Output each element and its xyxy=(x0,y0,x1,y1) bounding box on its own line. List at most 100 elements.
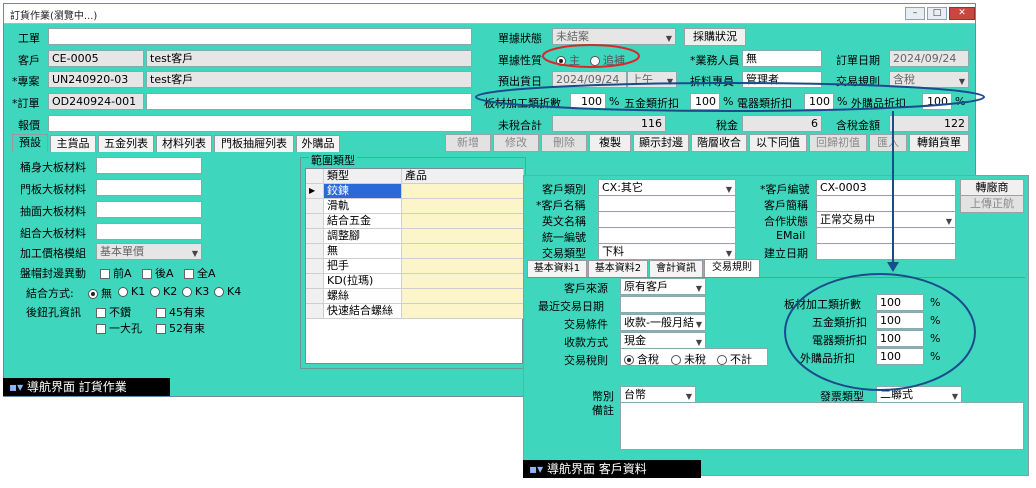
range-product-cell[interactable] xyxy=(402,184,524,199)
tab-outsource[interactable]: 外購品 xyxy=(296,135,340,152)
order-code-input[interactable]: OD240924-001 xyxy=(48,93,144,110)
sales-input[interactable]: 無 xyxy=(742,50,822,67)
tab-basic-1[interactable]: 基本資料1 xyxy=(527,260,587,277)
range-product-cell[interactable] xyxy=(402,304,524,319)
cabinet-board-input[interactable] xyxy=(96,157,202,174)
cust-code-input[interactable]: CX-0003 xyxy=(816,179,956,196)
price-module-select[interactable]: 基本單價 ▼ xyxy=(96,243,202,260)
row-indicator[interactable] xyxy=(306,304,324,319)
tab-basic-2[interactable]: 基本資料2 xyxy=(588,260,648,277)
tab-door-drawer-list[interactable]: 門板抽屜列表 xyxy=(214,135,294,152)
range-type-grid[interactable]: 類型 產品 ▶ 鉸鍊 滑軌 結合五金 調整腳無把手 KD(拉瑪) 螺絲 快速結合螺絲 xyxy=(305,168,524,364)
row-indicator[interactable] xyxy=(306,259,324,274)
cust-name-input[interactable] xyxy=(598,195,736,212)
outsource-disc-input[interactable]: 100 xyxy=(922,93,952,110)
range-product-cell[interactable] xyxy=(402,244,524,259)
combo-k2-radio[interactable]: K2 xyxy=(150,285,177,298)
last-trade-input[interactable] xyxy=(620,296,706,313)
add-button[interactable]: 新增 xyxy=(445,134,491,152)
row-indicator[interactable] xyxy=(306,289,324,304)
tab-accounting[interactable]: 會計資訊 xyxy=(649,260,703,277)
edge-back-checkbox[interactable]: 後A xyxy=(142,265,174,281)
pay-method-select[interactable]: 現金 ▼ xyxy=(620,332,706,349)
import-button[interactable]: 匯入 xyxy=(869,134,907,152)
row-indicator[interactable] xyxy=(306,274,324,289)
currency-select[interactable]: 台幣 ▼ xyxy=(620,386,696,403)
popup-board-disc-input[interactable]: 100 xyxy=(876,294,924,311)
range-type-cell[interactable]: 鉸鍊 xyxy=(324,184,402,199)
tab-hardware-list[interactable]: 五金列表 xyxy=(98,135,154,152)
range-type-cell[interactable]: 滑軌 xyxy=(324,199,402,214)
popup-hw-disc-input[interactable]: 100 xyxy=(876,312,924,329)
range-product-cell[interactable] xyxy=(402,274,524,289)
row-indicator[interactable]: ▶ xyxy=(306,184,324,199)
hole-big-checkbox[interactable]: 一大孔 xyxy=(96,320,142,336)
delete-button[interactable]: 刪除 xyxy=(541,134,587,152)
copy-button[interactable]: 複製 xyxy=(589,134,631,152)
row-indicator[interactable] xyxy=(306,229,324,244)
same-value-button[interactable]: 以下同值 xyxy=(749,134,807,152)
nature-supp-radio[interactable]: 追補 xyxy=(590,52,625,68)
doc-status-select[interactable]: 未結案 ▼ xyxy=(552,28,676,45)
tax-id-input[interactable] xyxy=(598,227,736,244)
terms-select[interactable]: 收款-一般月結 ▼ xyxy=(620,314,706,331)
edge-all-checkbox[interactable]: 全A xyxy=(184,265,216,281)
row-indicator[interactable] xyxy=(306,244,324,259)
edit-button[interactable]: 修改 xyxy=(493,134,539,152)
row-indicator[interactable] xyxy=(306,214,324,229)
minimize-button[interactable]: – xyxy=(905,7,925,20)
show-edge-button[interactable]: 顯示封邊 xyxy=(633,134,689,152)
order-date-input[interactable]: 2024/09/24 xyxy=(889,50,969,67)
maximize-button[interactable]: □ xyxy=(927,7,947,20)
trade-type-select[interactable]: 下料 ▼ xyxy=(598,243,736,260)
hole-nodrill-checkbox[interactable]: 不鑽 xyxy=(96,304,131,320)
out-ampm-select[interactable]: 上午 ▼ xyxy=(627,71,677,88)
collapse-button[interactable]: 階層收合 xyxy=(691,134,747,152)
material-staff-input[interactable]: 管理者 xyxy=(742,71,822,88)
edge-front-checkbox[interactable]: 前A xyxy=(100,265,132,281)
tab-main-goods[interactable]: 主貨品 xyxy=(50,135,96,152)
range-product-cell[interactable] xyxy=(402,229,524,244)
range-product-cell[interactable] xyxy=(402,259,524,274)
board-disc-input[interactable]: 100 xyxy=(570,93,606,110)
nature-main-radio[interactable]: 主 xyxy=(556,52,580,68)
row-indicator[interactable] xyxy=(306,199,324,214)
created-date-input[interactable] xyxy=(816,243,956,260)
order-extra-input[interactable] xyxy=(146,93,472,110)
popup-elec-disc-input[interactable]: 100 xyxy=(876,330,924,347)
door-board-input[interactable] xyxy=(96,179,202,196)
project-name-input[interactable]: test客戶 xyxy=(146,71,472,88)
tax-rule-incl-radio[interactable]: 含稅 xyxy=(624,351,659,367)
purchase-status-button[interactable]: 採購狀況 xyxy=(684,28,746,46)
email-input[interactable] xyxy=(816,227,956,244)
quote-input[interactable] xyxy=(48,115,472,132)
close-button[interactable]: ✕ xyxy=(949,7,975,20)
range-type-cell[interactable]: 調整腳 xyxy=(324,229,402,244)
combo-k4-radio[interactable]: K4 xyxy=(214,285,241,298)
work-input[interactable] xyxy=(48,28,472,45)
hole-52-checkbox[interactable]: 52有束 xyxy=(156,320,205,336)
range-type-cell[interactable]: 把手 xyxy=(324,259,402,274)
range-product-cell[interactable] xyxy=(402,289,524,304)
invoice-type-select[interactable]: 二聯式 ▼ xyxy=(876,386,962,403)
combo-k3-radio[interactable]: K3 xyxy=(182,285,209,298)
range-type-cell[interactable]: KD(拉瑪) xyxy=(324,274,402,289)
range-product-cell[interactable] xyxy=(402,199,524,214)
customer-code-input[interactable]: CE-0005 xyxy=(48,50,144,67)
tax-rule-none-radio[interactable]: 不計 xyxy=(717,351,752,367)
popup-out-disc-input[interactable]: 100 xyxy=(876,348,924,365)
tax-rule-excl-radio[interactable]: 未稅 xyxy=(671,351,706,367)
hole-45-checkbox[interactable]: 45有束 xyxy=(156,304,205,320)
tab-material-list[interactable]: 材料列表 xyxy=(156,135,212,152)
customer-name-input[interactable]: test客戶 xyxy=(146,50,472,67)
range-type-cell[interactable]: 無 xyxy=(324,244,402,259)
trade-rule-select[interactable]: 含稅 ▼ xyxy=(889,71,969,88)
range-type-cell[interactable]: 結合五金 xyxy=(324,214,402,229)
tab-default[interactable]: 預設 xyxy=(12,134,48,152)
cust-type-select[interactable]: CX:其它 ▼ xyxy=(598,179,736,196)
upload-button[interactable]: 上傳正航 xyxy=(960,195,1024,213)
combo-none-radio[interactable]: 無 xyxy=(88,285,112,301)
reset-button[interactable]: 回歸初值 xyxy=(809,134,867,152)
range-type-cell[interactable]: 螺絲 xyxy=(324,289,402,304)
electric-disc-input[interactable]: 100 xyxy=(804,93,834,110)
